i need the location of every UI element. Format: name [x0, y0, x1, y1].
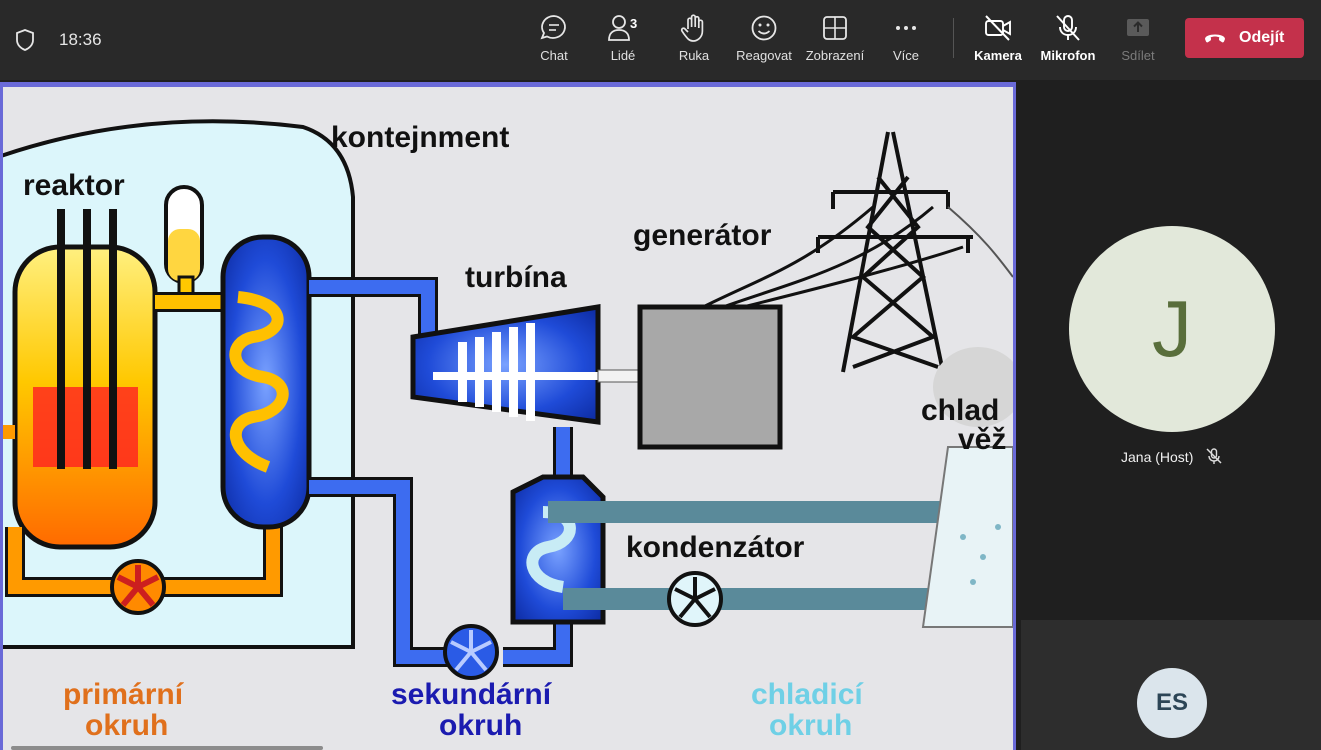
share-button[interactable]: Sdílet	[1103, 12, 1173, 72]
participant-name: Jana (Host)	[1121, 449, 1194, 465]
camera-off-icon	[985, 15, 1011, 41]
mic-button[interactable]: Mikrofon	[1033, 12, 1103, 72]
more-label: Více	[892, 48, 919, 63]
share-label: Sdílet	[1121, 48, 1155, 63]
shared-screen[interactable]: kontejnment reaktor generátor turbína ch…	[3, 87, 1013, 750]
meeting-toolbar: 18:36 Chat 3 Lidé Ruka Reagovat Zobrazen…	[0, 0, 1321, 80]
cooling-pump	[667, 571, 723, 627]
people-button[interactable]: 3 Lidé	[588, 12, 658, 72]
label-turbine: turbína	[465, 261, 567, 294]
label-secondary-2: okruh	[439, 709, 522, 742]
people-count: 3	[630, 16, 638, 31]
leave-label: Odejít	[1239, 29, 1285, 46]
nuclear-plant-diagram: kontejnment reaktor generátor turbína ch…	[3, 119, 1013, 742]
shield-icon[interactable]	[14, 28, 36, 52]
more-button[interactable]: Více	[871, 12, 941, 72]
label-primary-2: okruh	[85, 709, 168, 742]
camera-label: Kamera	[974, 48, 1022, 63]
view-button[interactable]: Zobrazení	[800, 12, 870, 72]
shared-screen-stage: kontejnment reaktor generátor turbína ch…	[0, 82, 1016, 750]
label-secondary-1: sekundární	[391, 678, 553, 711]
share-tray-icon	[1127, 19, 1149, 36]
cooling-tower	[921, 347, 1013, 628]
label-condenser: kondenzátor	[626, 531, 805, 564]
hand-icon	[680, 14, 704, 42]
share-scrollbar[interactable]	[11, 746, 323, 750]
hang-up-icon	[1205, 34, 1225, 43]
mic-muted-icon	[1206, 448, 1222, 464]
view-label: Zobrazení	[805, 48, 865, 63]
people-icon-wrap: 3	[607, 12, 639, 44]
leave-button[interactable]: Odejít	[1185, 18, 1304, 58]
meeting-time: 18:36	[59, 30, 102, 49]
participant-tile-secondary[interactable]: ES	[1021, 620, 1321, 750]
chat-label: Chat	[540, 48, 568, 63]
label-containment: kontejnment	[331, 121, 509, 154]
people-label: Lidé	[610, 48, 636, 63]
smile-icon	[751, 15, 777, 41]
label-cooling-tower-2: věž	[958, 423, 1006, 456]
primary-pump	[110, 559, 166, 615]
react-button[interactable]: Reagovat	[729, 12, 799, 72]
avatar-small: ES	[1137, 668, 1207, 738]
grid-view-icon	[823, 16, 847, 40]
secondary-pump	[443, 624, 499, 680]
label-primary-1: primární	[63, 678, 185, 711]
mic-label: Mikrofon	[1040, 48, 1096, 63]
hand-label: Ruka	[678, 48, 710, 63]
toolbar-divider	[953, 18, 954, 58]
turbine	[410, 304, 641, 425]
raise-hand-button[interactable]: Ruka	[659, 12, 729, 72]
avatar: J	[1069, 226, 1275, 432]
participant-tile-main[interactable]: J Jana (Host)	[1021, 80, 1321, 620]
more-dots-icon	[896, 26, 916, 30]
mic-off-icon	[1056, 15, 1080, 41]
react-label: Reagovat	[736, 48, 792, 63]
label-cooling-2: okruh	[769, 709, 852, 742]
camera-button[interactable]: Kamera	[963, 12, 1033, 72]
label-cooling-1: chladicí	[751, 678, 864, 711]
chat-icon	[540, 15, 566, 40]
chat-button[interactable]: Chat	[519, 12, 589, 72]
generator	[637, 304, 783, 450]
label-generator: generátor	[633, 219, 772, 252]
label-reactor: reaktor	[23, 169, 125, 202]
